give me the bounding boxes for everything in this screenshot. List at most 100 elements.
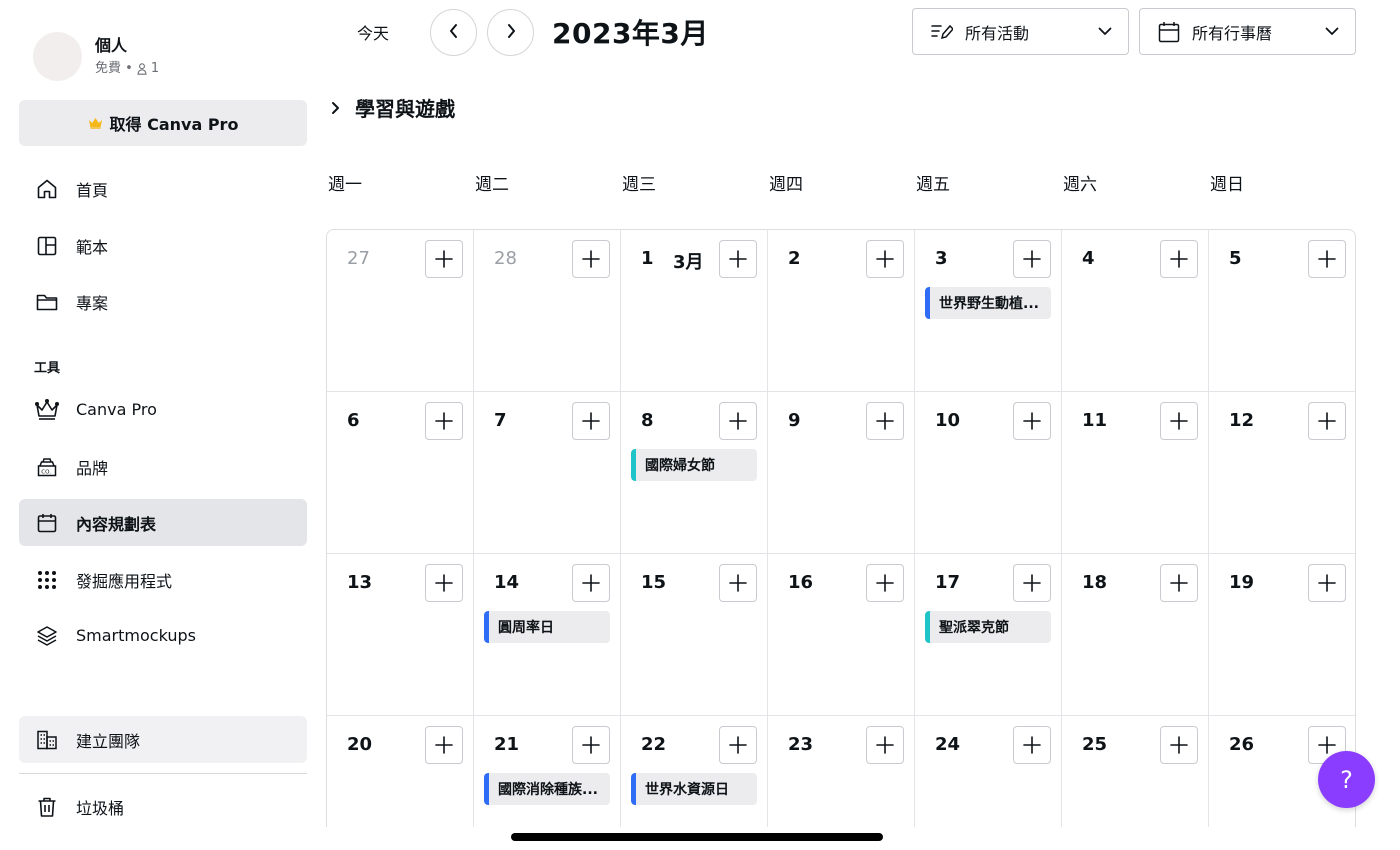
sidebar-item-content-planner[interactable]: 內容規劃表: [19, 499, 307, 546]
plus-icon: [581, 411, 601, 431]
calendar-day-cell[interactable]: 10: [915, 392, 1062, 554]
calendar-day-cell[interactable]: 8 國際婦女節: [621, 392, 768, 554]
calendar-day-cell[interactable]: 4: [1062, 230, 1209, 392]
calendar-day-cell[interactable]: 16: [768, 554, 915, 716]
day-number: 16: [788, 572, 814, 593]
add-post-button[interactable]: [866, 402, 904, 440]
add-post-button[interactable]: [1013, 240, 1051, 278]
previous-month-button[interactable]: [430, 9, 477, 56]
profile-switcher[interactable]: 個人 免費 • 1: [33, 32, 159, 81]
today-button[interactable]: 今天: [340, 12, 406, 52]
sidebar-item-canva-pro[interactable]: Canva Pro: [19, 386, 307, 433]
add-post-button[interactable]: [719, 402, 757, 440]
calendar-day-cell[interactable]: 28: [474, 230, 621, 392]
add-post-button[interactable]: [1160, 726, 1198, 764]
add-post-button[interactable]: [1308, 564, 1346, 602]
calendar-day-cell[interactable]: 22 世界水資源日: [621, 716, 768, 827]
calendar-day-cell[interactable]: 13: [327, 554, 474, 716]
add-post-button[interactable]: [572, 726, 610, 764]
add-post-button[interactable]: [1308, 402, 1346, 440]
event-label: 世界野生動植...: [939, 296, 1039, 312]
weekday-label: 週四: [769, 175, 803, 195]
learning-play-section-toggle[interactable]: 學習與遊戲: [330, 93, 455, 122]
activity-filter-dropdown[interactable]: 所有活動: [912, 8, 1129, 55]
calendar-day-cell[interactable]: 5: [1209, 230, 1355, 392]
sidebar-item-templates[interactable]: 範本: [19, 222, 307, 269]
calendar-filter-dropdown[interactable]: 所有行事曆: [1139, 8, 1356, 55]
sidebar-item-brand[interactable]: CO. 品牌: [19, 443, 307, 490]
add-post-button[interactable]: [572, 402, 610, 440]
day-number: 27: [347, 248, 370, 269]
add-post-button[interactable]: [425, 564, 463, 602]
add-post-button[interactable]: [1013, 726, 1051, 764]
calendar-day-cell[interactable]: 14 圓周率日: [474, 554, 621, 716]
calendar-day-cell[interactable]: 2: [768, 230, 915, 392]
add-post-button[interactable]: [1308, 240, 1346, 278]
sidebar-item-apps[interactable]: 發掘應用程式: [19, 556, 307, 603]
day-number: 13: [347, 572, 373, 593]
event-chip[interactable]: 世界水資源日: [631, 773, 757, 805]
calendar-day-cell[interactable]: 23: [768, 716, 915, 827]
add-post-button[interactable]: [719, 240, 757, 278]
add-post-button[interactable]: [866, 564, 904, 602]
event-chip[interactable]: 世界野生動植...: [925, 287, 1051, 319]
day-number: 6: [347, 410, 360, 431]
add-post-button[interactable]: [1013, 564, 1051, 602]
plus-icon: [728, 573, 748, 593]
day-number: 23: [788, 734, 814, 755]
day-number: 22: [641, 734, 667, 755]
calendar-day-cell[interactable]: 3 世界野生動植...: [915, 230, 1062, 392]
calendar-day-cell[interactable]: 11: [1062, 392, 1209, 554]
day-number: 24: [935, 734, 961, 755]
plus-icon: [875, 411, 895, 431]
calendar-day-cell[interactable]: 6: [327, 392, 474, 554]
sidebar-item-trash[interactable]: 垃圾桶: [19, 783, 307, 830]
create-team-button[interactable]: 建立團隊: [19, 716, 307, 763]
add-post-button[interactable]: [425, 726, 463, 764]
add-post-button[interactable]: [425, 240, 463, 278]
plus-icon: [1317, 411, 1337, 431]
calendar-day-cell[interactable]: 20: [327, 716, 474, 827]
calendar-day-cell[interactable]: 25: [1062, 716, 1209, 827]
add-post-button[interactable]: [425, 402, 463, 440]
next-month-button[interactable]: [487, 9, 534, 56]
event-chip[interactable]: 圓周率日: [484, 611, 610, 643]
calendar-day-cell[interactable]: 18: [1062, 554, 1209, 716]
calendar-day-cell[interactable]: 24: [915, 716, 1062, 827]
event-chip[interactable]: 國際消除種族...: [484, 773, 610, 805]
calendar-day-cell[interactable]: 9: [768, 392, 915, 554]
add-post-button[interactable]: [1160, 564, 1198, 602]
add-post-button[interactable]: [719, 726, 757, 764]
weekday-label: 週五: [916, 175, 950, 195]
event-chip[interactable]: 聖派翠克節: [925, 611, 1051, 643]
add-post-button[interactable]: [572, 240, 610, 278]
calendar-day-cell[interactable]: 1 3月: [621, 230, 768, 392]
sidebar-item-smartmockups[interactable]: Smartmockups: [19, 612, 307, 659]
add-post-button[interactable]: [1013, 402, 1051, 440]
calendar-day-cell[interactable]: 19: [1209, 554, 1355, 716]
event-chip[interactable]: 國際婦女節: [631, 449, 757, 481]
calendar-day-cell[interactable]: 15: [621, 554, 768, 716]
avatar: [33, 32, 82, 81]
add-post-button[interactable]: [866, 726, 904, 764]
sidebar-item-projects[interactable]: 專案: [19, 278, 307, 325]
get-canva-pro-button[interactable]: 取得 Canva Pro: [19, 100, 307, 146]
calendar-day-cell[interactable]: 27: [327, 230, 474, 392]
calendar-day-cell[interactable]: 7: [474, 392, 621, 554]
plus-icon: [728, 735, 748, 755]
help-button[interactable]: ?: [1318, 751, 1375, 808]
sidebar-item-home[interactable]: 首頁: [19, 165, 307, 212]
add-post-button[interactable]: [866, 240, 904, 278]
plus-icon: [1169, 573, 1189, 593]
calendar-day-cell[interactable]: 17 聖派翠克節: [915, 554, 1062, 716]
crown-icon: [88, 117, 103, 129]
add-post-button[interactable]: [1160, 402, 1198, 440]
profile-name: 個人: [95, 36, 128, 55]
add-post-button[interactable]: [572, 564, 610, 602]
add-post-button[interactable]: [1160, 240, 1198, 278]
day-number: 19: [1229, 572, 1255, 593]
folder-icon: [34, 289, 60, 315]
add-post-button[interactable]: [719, 564, 757, 602]
calendar-day-cell[interactable]: 21 國際消除種族...: [474, 716, 621, 827]
calendar-day-cell[interactable]: 12: [1209, 392, 1355, 554]
